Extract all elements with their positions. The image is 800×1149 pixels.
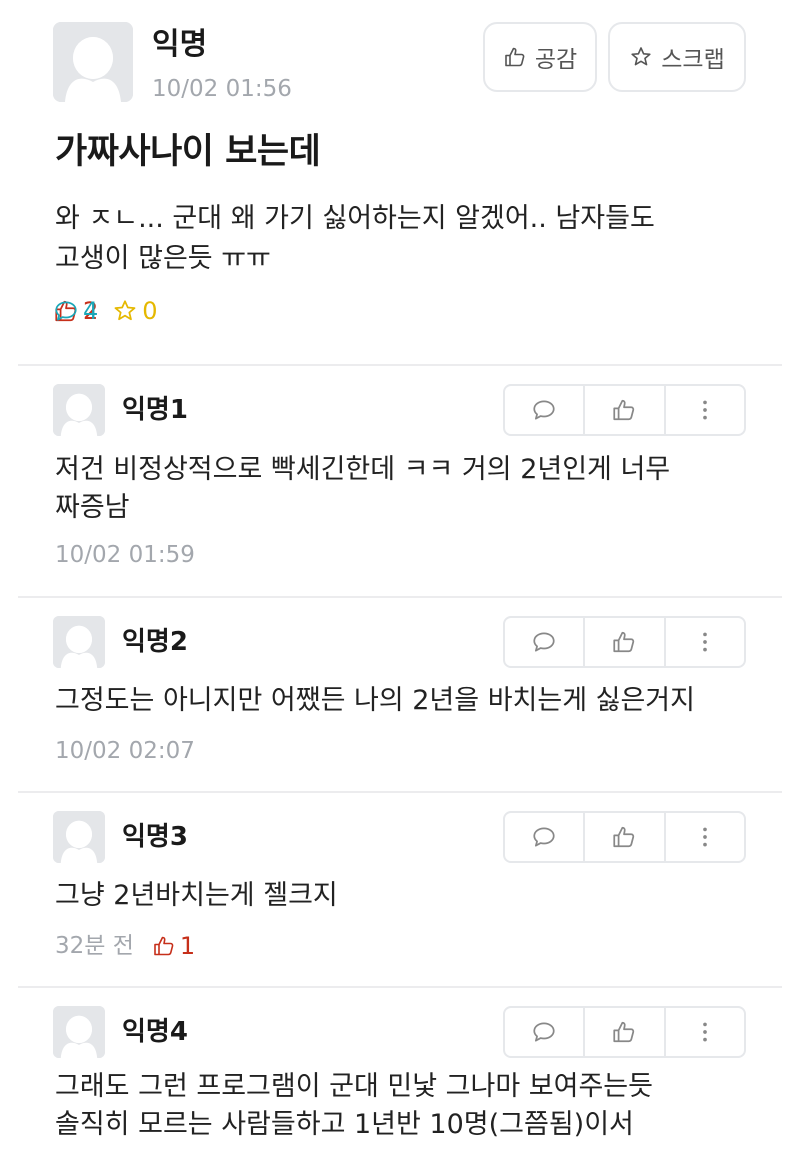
comment-meta: 10/02 02:07 [55,736,195,766]
comment-actions [503,811,746,863]
comment-author: 익명4 [122,1017,188,1047]
comment-time: 32분 전 [55,933,134,959]
comment: 익명4 그래도 그런 프로그램이 군대 민낯 그나마 보여주는듯 솔직히 모르는… [0,988,800,1149]
speech-bubble-icon [531,1019,557,1045]
more-vertical-icon [692,1019,718,1045]
comment: 익명2 그정도는 아니지만 어쨌든 나의 2년을 바치는게 싫은거지 10/02… [0,598,800,791]
comment-text: 그래도 그런 프로그램이 군대 민낯 그나마 보여주는듯 솔직히 모르는 사람들… [55,1068,755,1144]
comment-actions [503,1006,746,1058]
like-button[interactable]: 공감 [483,22,597,92]
thumbs-up-icon [611,397,637,423]
comment-vote-value: 1 [179,932,196,960]
comment-time: 10/02 02:07 [55,738,195,764]
speech-bubble-icon [531,629,557,655]
comment-like-button[interactable] [583,813,663,861]
comment-actions [503,616,746,668]
post-author: 익명 [152,27,208,62]
post-body-line: 고생이 많은듯 ㅠㅠ [55,243,271,274]
comment-text-line: 짜증남 [55,492,130,523]
comment-author: 익명3 [122,822,188,852]
comment-vote-count: 1 [152,931,195,961]
comment-meta: 32분 전 1 [55,931,195,961]
comment-like-button[interactable] [583,1008,663,1056]
post: 익명 10/02 01:56 공감 스크랩 가짜사나이 보는데 와 ㅈㄴ... … [0,0,800,365]
more-vertical-icon [692,397,718,423]
post-stats: 2 4 0 [53,293,172,329]
comment-text: 저건 비정상적으로 빡세긴한데 ㅋㅋ 거의 2년인게 너무 짜증남 [55,451,755,527]
post-time: 10/02 01:56 [152,76,292,102]
more-button[interactable] [663,386,744,434]
thumbs-up-icon [152,934,176,958]
scrap-button[interactable]: 스크랩 [608,22,746,92]
comment-actions [503,384,746,436]
comment-text: 그냥 2년바치는게 젤크지 [55,877,755,915]
more-vertical-icon [692,824,718,850]
comment-text-line: 저건 비정상적으로 빡세긴한데 ㅋㅋ 거의 2년인게 너무 [55,454,671,485]
post-title: 가짜사나이 보는데 [55,132,321,172]
comment-time: 10/02 01:59 [55,542,195,568]
more-vertical-icon [692,629,718,655]
comment-text-line: 솔직히 모르는 사람들하고 1년반 10명(그쯤됨)이서 [55,1109,634,1140]
reply-button[interactable] [505,813,583,861]
thumbs-up-icon [611,1019,637,1045]
default-avatar-icon [53,1006,105,1058]
speech-bubble-icon [53,298,79,324]
comment: 익명3 그냥 2년바치는게 젤크지 32분 전 1 [0,793,800,986]
comment: 익명1 저건 비정상적으로 빡세긴한데 ㅋㅋ 거의 2년인게 너무 짜증남 10… [0,366,800,596]
more-button[interactable] [663,813,744,861]
comment-text-line: 그냥 2년바치는게 젤크지 [55,880,338,911]
comment-meta: 10/02 01:59 [55,540,195,570]
reply-button[interactable] [505,386,583,434]
comment-author: 익명1 [122,395,188,425]
default-avatar-icon [53,616,105,668]
more-button[interactable] [663,618,744,666]
comment-text-line: 그래도 그런 프로그램이 군대 민낯 그나마 보여주는듯 [55,1071,653,1102]
comment-author: 익명2 [122,627,188,657]
thumbs-up-icon [611,824,637,850]
comment-like-button[interactable] [583,618,663,666]
comment-count: 4 [53,297,800,325]
speech-bubble-icon [531,397,557,423]
star-icon [629,45,653,69]
thumbs-up-icon [503,45,527,69]
comment-text: 그정도는 아니지만 어쨌든 나의 2년을 바치는게 싫은거지 [55,682,755,720]
default-avatar-icon [53,22,133,102]
default-avatar-icon [53,384,105,436]
reply-button[interactable] [505,1008,583,1056]
thumbs-up-icon [611,629,637,655]
post-body-line: 와 ㅈㄴ... 군대 왜 가기 싫어하는지 알겠어.. 남자들도 [55,203,655,234]
reply-button[interactable] [505,618,583,666]
default-avatar-icon [53,811,105,863]
speech-bubble-icon [531,824,557,850]
comment-text-line: 그정도는 아니지만 어쨌든 나의 2년을 바치는게 싫은거지 [55,685,695,716]
comment-like-button[interactable] [583,386,663,434]
scrap-button-label: 스크랩 [661,47,725,73]
comment-count-value: 4 [83,297,99,325]
like-button-label: 공감 [534,47,578,73]
post-body: 와 ㅈㄴ... 군대 왜 가기 싫어하는지 알겠어.. 남자들도 고생이 많은듯… [55,199,755,279]
more-button[interactable] [663,1008,744,1056]
